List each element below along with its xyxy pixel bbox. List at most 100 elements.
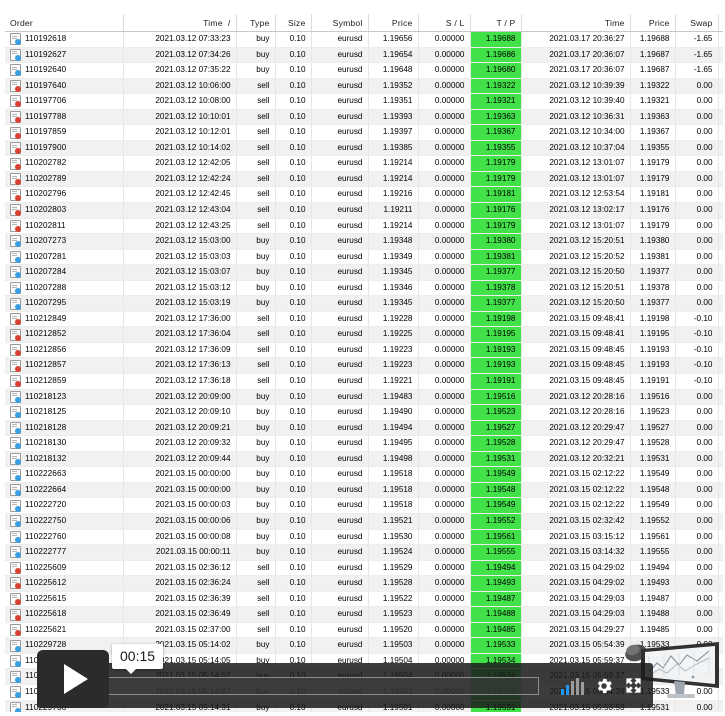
table-row[interactable]: 110225609 2021.03.15 02:36:12 sell 0.10 euru… (5, 560, 723, 577)
column-header-open-price[interactable]: Price (368, 14, 419, 32)
table-row[interactable]: 110218125 2021.03.12 20:09:10 buy 0.10 eurus… (5, 404, 723, 421)
table-row[interactable]: 110225612 2021.03.15 02:36:24 sell 0.10 euru… (5, 575, 723, 592)
column-header-swap[interactable]: Swap (675, 14, 719, 32)
table-row[interactable]: 110202796 2021.03.12 12:42:45 sell 0.10 euru… (5, 186, 723, 204)
video-progress-scrubber[interactable] (103, 676, 539, 695)
table-row[interactable]: 110202811 2021.03.12 12:43:25 sell 0.10 euru… (5, 218, 723, 235)
table-row[interactable]: 110222720 2021.03.15 00:00:03 buy 0.10 eurus… (5, 497, 723, 514)
cell-take-profit: 1.19494 (470, 560, 522, 577)
table-row[interactable]: 110202782 2021.03.12 12:42:05 sell 0.10 euru… (5, 155, 723, 172)
table-row[interactable]: 110225615 2021.03.15 02:36:39 sell 0.10 euru… (5, 591, 723, 608)
cell-symbol: eurusd (311, 606, 369, 623)
cell-open-time: 2021.03.12 12:43:04 (123, 202, 237, 219)
cell-take-profit: 1.19322 (470, 78, 522, 95)
order-number: 110212849 (25, 313, 67, 323)
table-row[interactable]: 110222664 2021.03.15 00:00:00 buy 0.10 eurus… (5, 482, 723, 499)
table-row[interactable]: 110207284 2021.03.12 15:03:07 buy 0.10 eurus… (5, 264, 723, 281)
column-header-stop-loss[interactable]: S / L (418, 14, 471, 32)
order-number: 110197640 (25, 80, 67, 90)
table-row[interactable]: 110222777 2021.03.15 00:00:11 buy 0.10 eurus… (5, 544, 723, 561)
cell-symbol: eurusd (311, 357, 369, 375)
cell-stop-loss: 0.00000 (418, 373, 471, 390)
cell-open-price: 1.19654 (368, 47, 419, 64)
fullscreen-button[interactable] (624, 676, 643, 695)
column-header-close-price[interactable]: Price (630, 14, 676, 32)
column-header-open-time-label: Time (203, 17, 223, 28)
column-header-size[interactable]: Size (275, 14, 312, 32)
cell-close-time: 2021.03.15 09:48:41 (521, 326, 631, 343)
cell-size: 0.10 (275, 544, 312, 561)
cell-swap: 0.00 (675, 78, 719, 95)
cell-profit: 3.00 (718, 653, 723, 670)
play-button[interactable] (37, 650, 109, 708)
volume-button[interactable] (561, 677, 584, 695)
cell-stop-loss: 0.00000 (418, 326, 471, 343)
table-row[interactable]: 110202803 2021.03.12 12:43:04 sell 0.10 euru… (5, 202, 723, 219)
cell-profit: 3.00 (718, 700, 723, 712)
table-row[interactable]: 110212852 2021.03.12 17:36:04 sell 0.10 euru… (5, 326, 723, 343)
table-row[interactable]: 110192618 2021.03.12 07:33:23 buy 0.10 eurus… (5, 31, 723, 48)
cell-type: sell (236, 575, 276, 592)
cell-size: 0.10 (275, 373, 312, 390)
order-buy-icon (10, 297, 21, 310)
cell-swap: 0.00 (675, 668, 719, 685)
settings-button[interactable] (594, 676, 614, 696)
column-header-open-time[interactable]: Time / (123, 14, 237, 32)
cell-stop-loss: 0.00000 (418, 404, 471, 421)
column-header-profit[interactable]: Profit (718, 14, 723, 32)
column-header-take-profit[interactable]: T / P (470, 14, 522, 32)
column-header-close-time[interactable]: Time (521, 14, 631, 32)
table-row[interactable]: 110225618 2021.03.15 02:36:49 sell 0.10 euru… (5, 606, 723, 623)
table-row[interactable]: 110212859 2021.03.12 17:36:18 sell 0.10 euru… (5, 373, 723, 390)
table-row[interactable]: 110197859 2021.03.12 10:12:01 sell 0.10 euru… (5, 124, 723, 141)
table-row[interactable]: 110222760 2021.03.15 00:00:08 buy 0.10 eurus… (5, 529, 723, 546)
cell-order: 110197859 (5, 124, 124, 141)
table-row[interactable]: 110218128 2021.03.12 20:09:21 buy 0.10 eurus… (5, 420, 723, 437)
table-row[interactable]: 110192640 2021.03.12 07:35:22 buy 0.10 eurus… (5, 62, 723, 79)
cell-stop-loss: 0.00000 (418, 575, 471, 592)
order-number: 110218125 (25, 407, 67, 417)
table-row[interactable]: 110197788 2021.03.12 10:10:01 sell 0.10 euru… (5, 109, 723, 126)
table-row[interactable]: 110202789 2021.03.12 12:42:24 sell 0.10 euru… (5, 171, 723, 188)
table-header: Order Time / Type Size Symbol Price S / … (5, 14, 723, 32)
video-time-tooltip: 00:15 (112, 644, 164, 674)
order-sell-icon (10, 173, 21, 186)
table-row[interactable]: 110197706 2021.03.12 10:08:00 sell 0.10 euru… (5, 93, 723, 110)
cell-take-profit: 1.19179 (470, 218, 522, 235)
cell-profit: 3.30 (718, 389, 723, 406)
table-row[interactable]: 110197640 2021.03.12 10:06:00 sell 0.10 euru… (5, 78, 723, 95)
cell-stop-loss: 0.00000 (418, 109, 471, 126)
cell-take-profit: 1.19176 (470, 202, 522, 219)
cell-size: 0.10 (275, 451, 312, 468)
cell-profit: 3.10 (718, 544, 723, 561)
table-row[interactable]: 110218132 2021.03.12 20:09:44 buy 0.10 eurus… (5, 451, 723, 468)
table-row[interactable]: 110225621 2021.03.15 02:37:00 sell 0.10 euru… (5, 622, 723, 639)
cell-take-profit: 1.19493 (470, 575, 522, 592)
table-row[interactable]: 110207288 2021.03.12 15:03:12 buy 0.10 eurus… (5, 280, 723, 297)
table-row[interactable]: 110218123 2021.03.12 20:09:00 buy 0.10 eurus… (5, 389, 723, 406)
cell-stop-loss: 0.00000 (418, 202, 471, 219)
cell-close-time: 2021.03.15 09:48:45 (521, 342, 631, 359)
cell-order: 110202803 (5, 202, 124, 219)
table-row[interactable]: 110212856 2021.03.12 17:36:09 sell 0.10 euru… (5, 342, 723, 359)
table-row[interactable]: 110207273 2021.03.12 15:03:00 buy 0.10 eurus… (5, 233, 723, 250)
table-row[interactable]: 110218130 2021.03.12 20:09:32 buy 0.10 eurus… (5, 435, 723, 452)
cell-close-time: 2021.03.17 20:36:07 (521, 62, 631, 79)
table-row[interactable]: 110192627 2021.03.12 07:34:26 buy 0.10 eurus… (5, 47, 723, 64)
table-row[interactable]: 110207281 2021.03.12 15:03:03 buy 0.10 eurus… (5, 249, 723, 266)
cell-close-time: 2021.03.15 04:29:03 (521, 591, 631, 608)
column-header-type[interactable]: Type (236, 14, 276, 32)
column-header-order[interactable]: Order (5, 14, 124, 32)
table-row[interactable]: 110222663 2021.03.15 00:00:00 buy 0.10 eurus… (5, 466, 723, 483)
table-row[interactable]: 110222750 2021.03.15 00:00:06 buy 0.10 eurus… (5, 513, 723, 530)
column-header-symbol[interactable]: Symbol (311, 14, 369, 32)
cell-size: 0.10 (275, 342, 312, 359)
table-row[interactable]: 110207295 2021.03.12 15:03:19 buy 0.10 eurus… (5, 295, 723, 312)
cell-stop-loss: 0.00000 (418, 31, 471, 48)
cell-symbol: eurusd (311, 451, 369, 468)
table-row[interactable]: 110212849 2021.03.12 17:36:00 sell 0.10 euru… (5, 311, 723, 328)
table-row[interactable]: 110212857 2021.03.12 17:36:13 sell 0.10 euru… (5, 357, 723, 375)
cell-take-profit: 1.19381 (470, 249, 522, 266)
table-row[interactable]: 110197900 2021.03.12 10:14:02 sell 0.10 euru… (5, 140, 723, 157)
cell-swap: 0.00 (675, 389, 719, 406)
